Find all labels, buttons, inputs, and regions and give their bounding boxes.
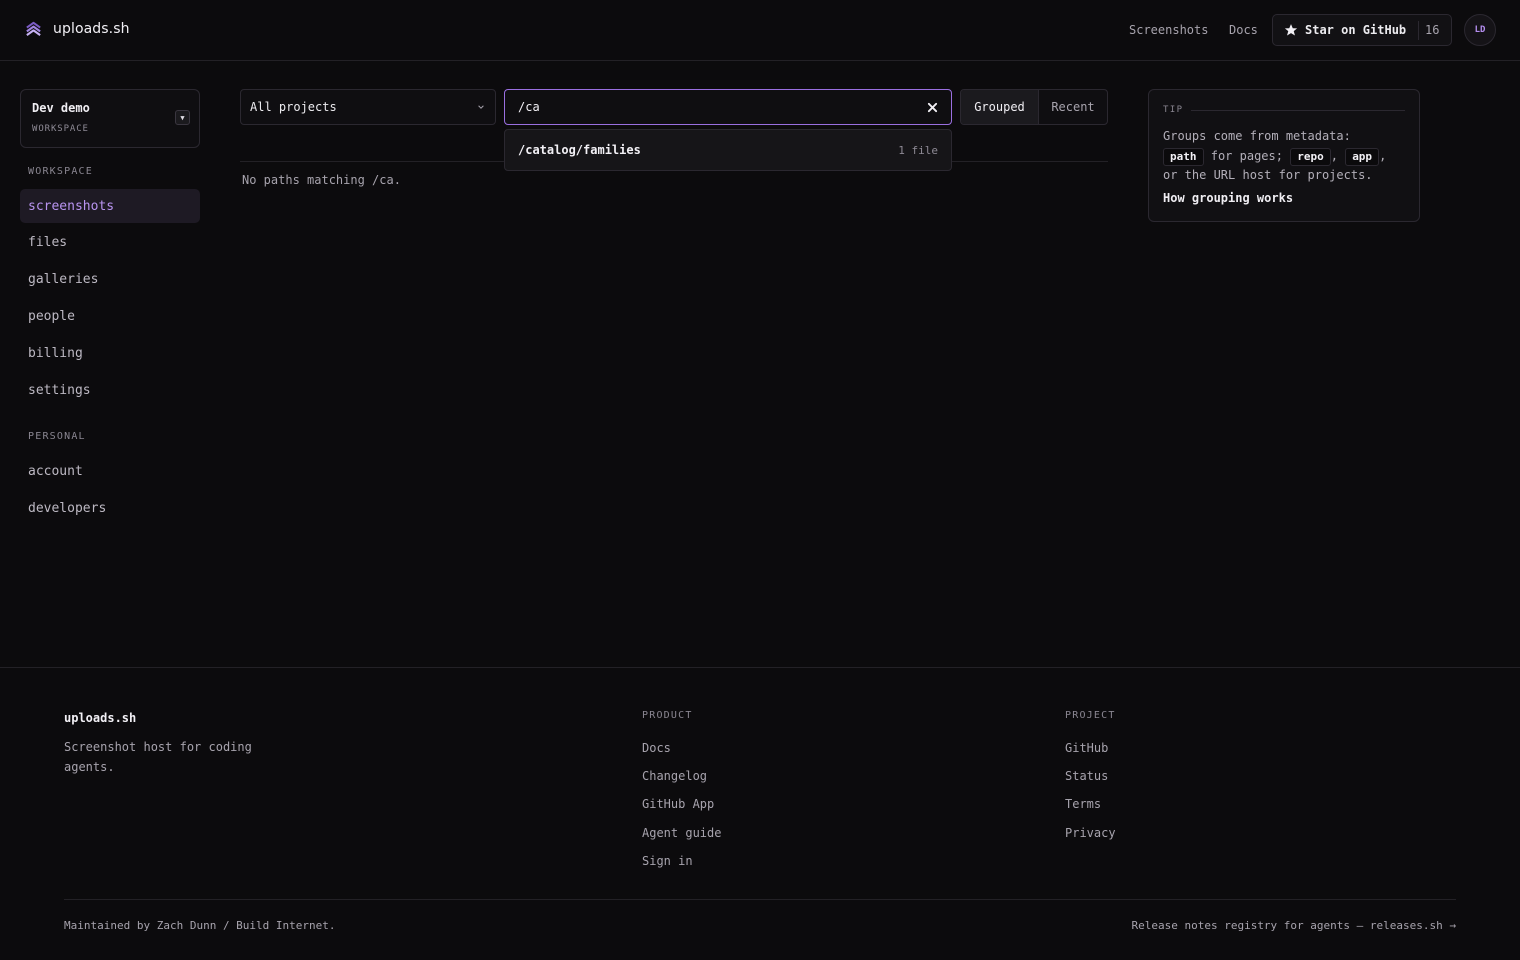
sidebar-item-screenshots[interactable]: screenshots	[20, 189, 200, 223]
sidebar-item-billing[interactable]: billing	[20, 336, 200, 370]
how-grouping-works-link[interactable]: How grouping works	[1163, 191, 1293, 205]
tip-title-rule	[1191, 110, 1405, 111]
footer-link-terms[interactable]: Terms	[1065, 797, 1101, 811]
footer-product-title: PRODUCT	[642, 710, 693, 721]
releases-sh-link[interactable]: Release notes registry for agents — rele…	[1131, 919, 1456, 932]
brand[interactable]: uploads.sh	[24, 19, 130, 38]
sidebar-item-developers[interactable]: developers	[20, 491, 200, 525]
path-search-input[interactable]: /ca	[504, 89, 952, 125]
workspace-label: WORKSPACE	[32, 124, 89, 134]
tip-comma-1: ,	[1330, 148, 1338, 163]
code-app: app	[1345, 147, 1380, 166]
nav-screenshots-link[interactable]: Screenshots	[1129, 23, 1208, 37]
tip-text: Groups come from metadata: path for page…	[1163, 127, 1411, 186]
sidebar-item-people[interactable]: people	[20, 299, 200, 333]
sidebar-item-settings[interactable]: settings	[20, 373, 200, 407]
sidebar-section-personal: PERSONAL	[28, 431, 86, 442]
close-icon[interactable]	[927, 102, 938, 113]
nav-docs-link[interactable]: Docs	[1229, 23, 1258, 37]
footer-link-privacy[interactable]: Privacy	[1065, 826, 1116, 840]
project-filter-select[interactable]: All projects	[240, 89, 496, 125]
footer-tagline: Screenshot host for coding agents.	[64, 740, 252, 774]
user-avatar[interactable]: LD	[1464, 14, 1496, 46]
workspace-name: Dev demo	[32, 101, 90, 115]
footer-link-agent-guide[interactable]: Agent guide	[642, 826, 721, 840]
sidebar-item-files[interactable]: files	[20, 225, 200, 259]
sidebar-item-account[interactable]: account	[20, 454, 200, 488]
tip-text-host: or the URL host for projects.	[1163, 168, 1373, 182]
empty-state-message: No paths matching /ca.	[242, 173, 401, 187]
suggestion-path: /catalog/families	[518, 143, 641, 157]
footer-project-title: PROJECT	[1065, 710, 1116, 721]
tip-card: TIP Groups come from metadata: path for …	[1148, 89, 1420, 222]
footer-link-sign-in[interactable]: Sign in	[642, 854, 693, 868]
footer-link-github-app[interactable]: GitHub App	[642, 797, 714, 811]
footer-maintained-by: Maintained by Zach Dunn / Build Internet…	[64, 919, 336, 932]
footer-brand: uploads.sh	[64, 711, 137, 725]
chevron-down-icon	[478, 105, 484, 109]
star-on-github-button[interactable]: Star on GitHub 16	[1272, 14, 1452, 46]
star-on-github-label: Star on GitHub	[1305, 23, 1407, 37]
tip-comma-2: ,	[1379, 148, 1387, 163]
sidebar-item-galleries[interactable]: galleries	[20, 262, 200, 296]
top-bar: uploads.sh Screenshots Docs Star on GitH…	[0, 0, 1520, 61]
code-path: path	[1163, 147, 1204, 166]
workspace-switcher[interactable]: Dev demo WORKSPACE ▼	[20, 89, 200, 148]
tip-text-intro: Groups come from metadata:	[1163, 129, 1351, 143]
footer-link-github[interactable]: GitHub	[1065, 741, 1108, 755]
star-icon	[1284, 24, 1298, 36]
path-suggestion[interactable]: /catalog/families 1 file	[504, 129, 952, 171]
footer-link-docs[interactable]: Docs	[642, 741, 671, 755]
code-repo: repo	[1290, 147, 1331, 166]
suggestion-file-count: 1 file	[898, 144, 938, 157]
uploads-logo-icon	[26, 21, 41, 37]
path-search-value: /ca	[518, 100, 540, 114]
footer-divider	[0, 667, 1520, 668]
project-filter-value: All projects	[250, 100, 337, 114]
sidebar-section-workspace: WORKSPACE	[28, 166, 93, 177]
grouped-toggle[interactable]: Grouped	[961, 90, 1039, 124]
view-toggle: Grouped Recent	[960, 89, 1108, 125]
github-divider	[1418, 21, 1419, 40]
footer-link-changelog[interactable]: Changelog	[642, 769, 707, 783]
tip-text-pages: for pages;	[1210, 148, 1283, 163]
brand-name: uploads.sh	[53, 20, 130, 37]
tip-title: TIP	[1163, 105, 1184, 115]
caret-down-icon[interactable]: ▼	[175, 110, 190, 125]
footer-bottom-divider	[64, 899, 1456, 900]
github-star-count: 16	[1425, 23, 1440, 37]
footer-link-status[interactable]: Status	[1065, 769, 1108, 783]
recent-toggle[interactable]: Recent	[1039, 90, 1107, 124]
